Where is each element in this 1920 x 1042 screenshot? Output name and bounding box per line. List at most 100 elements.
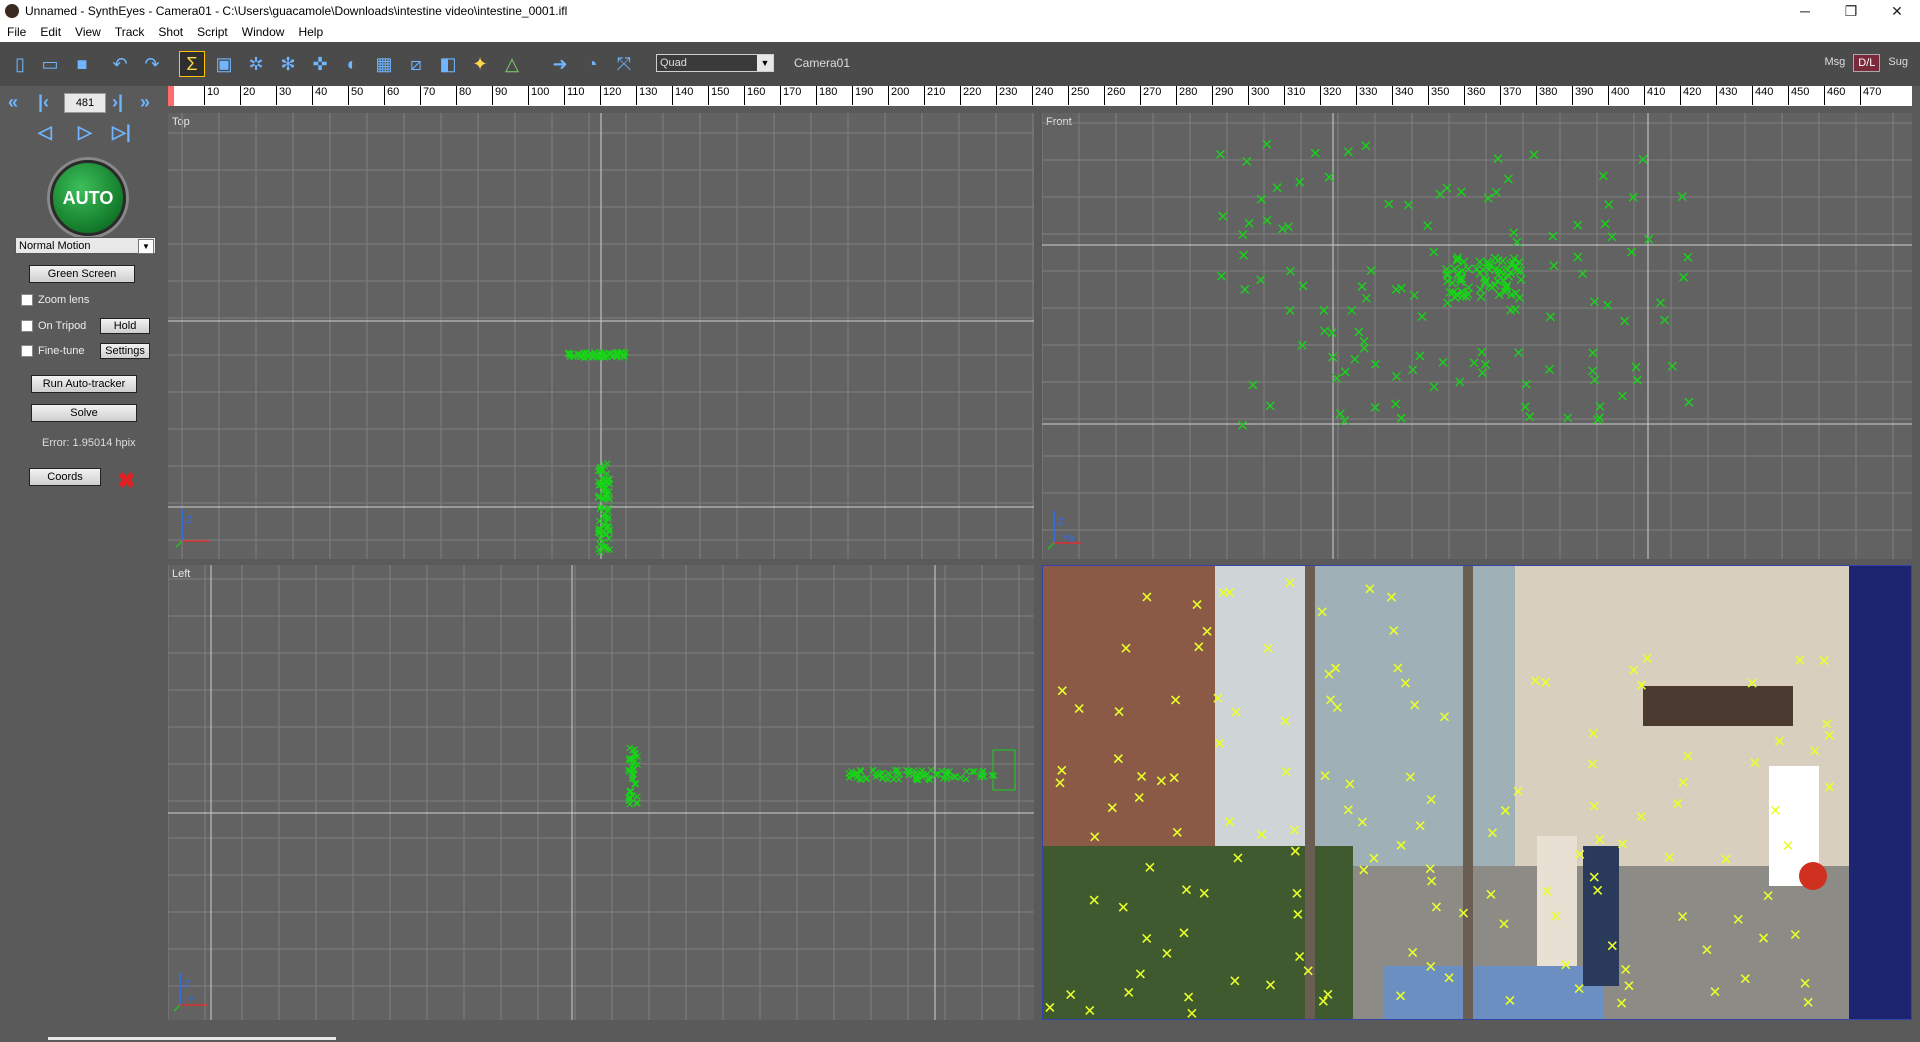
zoom-lens-checkbox[interactable]: Zoom lens bbox=[21, 294, 89, 306]
dl-button[interactable]: D/L bbox=[1853, 54, 1881, 72]
timeline-tick: 100 bbox=[528, 86, 564, 105]
tracker-move-icon[interactable]: ✜ bbox=[308, 52, 332, 76]
camera-frame-image bbox=[1043, 566, 1849, 1019]
coords-button[interactable]: Coords bbox=[29, 468, 101, 486]
top-viewport-canvas: Z bbox=[168, 113, 1034, 559]
horizontal-scrollbar[interactable] bbox=[48, 1037, 336, 1040]
timeline-tick: 10 bbox=[204, 86, 240, 105]
motion-mode-value: Normal Motion bbox=[19, 240, 91, 252]
layout-dropdown-value: Quad bbox=[660, 57, 687, 69]
timeline-tick: 430 bbox=[1716, 86, 1752, 105]
checkbox-box[interactable] bbox=[21, 294, 33, 306]
fine-tune-label: Fine-tune bbox=[38, 345, 85, 357]
summary-sigma-icon[interactable]: Σ bbox=[179, 51, 205, 77]
timeline-tick: 420 bbox=[1680, 86, 1716, 105]
app-icon bbox=[5, 4, 19, 18]
utility-pole bbox=[1305, 566, 1315, 1019]
summary-panel: « |‹ 481 ›| » ◁ ▷ ▷| AUTO Normal Motion … bbox=[0, 86, 168, 1042]
maximize-button[interactable]: ❐ bbox=[1828, 0, 1874, 22]
timeline-tick: 90 bbox=[492, 86, 528, 105]
timeline-tick: 360 bbox=[1464, 86, 1500, 105]
fine-tune-checkbox[interactable]: Fine-tune bbox=[21, 345, 84, 357]
checkbox-box[interactable] bbox=[21, 345, 33, 357]
redo-icon[interactable]: ↷ bbox=[140, 52, 164, 76]
undo-icon[interactable]: ↶ bbox=[108, 52, 132, 76]
step-forward-icon[interactable]: ▷| bbox=[112, 122, 131, 143]
lens-icon[interactable]: ◐ bbox=[340, 52, 364, 76]
last-frame-icon[interactable]: ›| bbox=[112, 92, 123, 113]
green-screen-button[interactable]: Green Screen bbox=[29, 265, 135, 283]
camera-viewport[interactable] bbox=[1042, 565, 1912, 1020]
solver-gear-icon[interactable]: ✲ bbox=[244, 52, 268, 76]
frame-number-field[interactable]: 481 bbox=[64, 93, 106, 113]
timeline-tick: 330 bbox=[1356, 86, 1392, 105]
camera-frustum bbox=[992, 749, 1016, 791]
rewind-icon[interactable]: « bbox=[8, 92, 18, 113]
new-file-icon[interactable]: ▯ bbox=[8, 52, 32, 76]
menu-shot[interactable]: Shot bbox=[151, 25, 190, 39]
run-autotracker-button[interactable]: Run Auto-tracker bbox=[31, 375, 137, 393]
fast-forward-icon[interactable]: » bbox=[140, 92, 150, 113]
save-icon[interactable]: ■ bbox=[70, 52, 94, 76]
timeline-tick: 160 bbox=[744, 86, 780, 105]
timeline-tick: 70 bbox=[420, 86, 456, 105]
timeline-tick: 280 bbox=[1176, 86, 1212, 105]
perspective-icon[interactable]: △ bbox=[500, 52, 524, 76]
light-bulb-icon[interactable]: ✦ bbox=[468, 52, 492, 76]
menu-track[interactable]: Track bbox=[108, 25, 152, 39]
timeline-tick: 130 bbox=[636, 86, 672, 105]
timeline-tick: 290 bbox=[1212, 86, 1248, 105]
person-silhouette bbox=[1583, 846, 1619, 986]
camera-view-icon[interactable]: ▣ bbox=[212, 52, 236, 76]
solve-button[interactable]: Solve bbox=[31, 404, 137, 422]
active-camera-label: Camera01 bbox=[794, 56, 851, 70]
first-frame-icon[interactable]: |‹ bbox=[38, 92, 49, 113]
checkbox-box[interactable] bbox=[21, 320, 33, 332]
left-viewport[interactable]: Left ZY bbox=[168, 565, 1034, 1020]
motion-mode-dropdown[interactable]: Normal Motion ▼ bbox=[15, 237, 156, 254]
spreadsheet-icon[interactable]: ▦ bbox=[372, 52, 396, 76]
menu-help[interactable]: Help bbox=[291, 25, 330, 39]
msg-button[interactable]: Msg bbox=[1821, 54, 1850, 72]
timeline-tick: 220 bbox=[960, 86, 996, 105]
feature-gear-icon[interactable]: ✻ bbox=[276, 52, 300, 76]
axis-label: Ya bbox=[1062, 533, 1074, 544]
play-icon[interactable]: ▷ bbox=[78, 122, 92, 143]
timeline-ruler[interactable]: 10 20 30 40 50 60 70 80 90 100 110 120 130 140 150 160 1… bbox=[168, 86, 1912, 106]
on-tripod-checkbox[interactable]: On Tripod bbox=[21, 320, 86, 332]
settings-button[interactable]: Settings bbox=[100, 343, 150, 359]
timeline-tick: 30 bbox=[276, 86, 312, 105]
timeline-tick: 20 bbox=[240, 86, 276, 105]
axis-label: Z bbox=[184, 979, 190, 990]
menu-view[interactable]: View bbox=[68, 25, 108, 39]
timeline-tick: 150 bbox=[708, 86, 744, 105]
timeline-tick: 440 bbox=[1752, 86, 1788, 105]
top-viewport[interactable]: Top Z bbox=[168, 113, 1034, 559]
timeline-tick: 80 bbox=[456, 86, 492, 105]
graph-editor-icon[interactable]: ⧄ bbox=[404, 52, 428, 76]
clear-coords-icon[interactable]: ✖ bbox=[117, 468, 135, 494]
front-viewport[interactable]: Front Z Ya bbox=[1042, 113, 1912, 559]
timeline-tick: 270 bbox=[1140, 86, 1176, 105]
step-back-icon[interactable]: ◁ bbox=[38, 122, 52, 143]
forward-arrow-icon[interactable]: ➜ bbox=[548, 52, 572, 76]
fit-view-icon[interactable]: ⤧ bbox=[612, 52, 636, 76]
timeline-tick: 190 bbox=[852, 86, 888, 105]
layout-dropdown[interactable]: Quad ▼ bbox=[656, 54, 774, 72]
menu-script[interactable]: Script bbox=[190, 25, 235, 39]
3d-cube-icon[interactable]: ◧ bbox=[436, 52, 460, 76]
timeline-tick: 50 bbox=[348, 86, 384, 105]
open-folder-icon[interactable]: ▭ bbox=[38, 52, 62, 76]
hold-button[interactable]: Hold bbox=[100, 318, 150, 334]
chevron-down-icon: ▼ bbox=[138, 239, 154, 254]
timeline-tick: 140 bbox=[672, 86, 708, 105]
clock-icon[interactable]: ◔ bbox=[580, 52, 604, 76]
menu-file[interactable]: File bbox=[0, 25, 33, 39]
auto-button[interactable]: AUTO bbox=[50, 160, 126, 236]
menu-window[interactable]: Window bbox=[235, 25, 292, 39]
playhead-marker[interactable] bbox=[168, 86, 174, 106]
sug-button[interactable]: Sug bbox=[1884, 54, 1912, 72]
menu-edit[interactable]: Edit bbox=[33, 25, 68, 39]
close-button[interactable]: ✕ bbox=[1874, 0, 1920, 22]
minimize-button[interactable]: ─ bbox=[1782, 0, 1828, 22]
